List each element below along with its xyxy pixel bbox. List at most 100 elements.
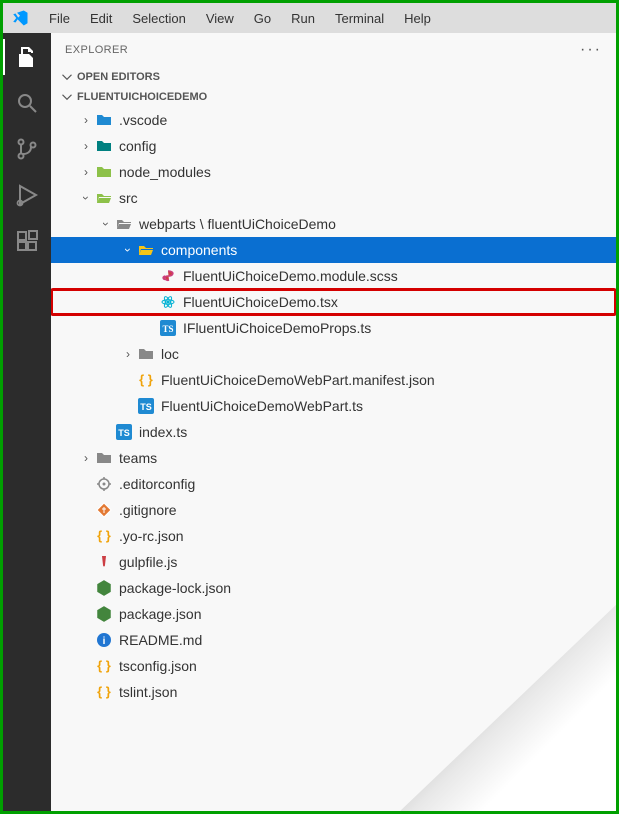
svg-text:{ }: { } <box>97 528 111 543</box>
explorer-icon[interactable] <box>15 45 39 69</box>
editorconfig-icon <box>95 475 113 493</box>
tree-label: .vscode <box>119 112 167 128</box>
menu-go[interactable]: Go <box>246 7 279 30</box>
menu-view[interactable]: View <box>198 7 242 30</box>
folder-icon <box>95 137 113 155</box>
explorer-title: EXPLORER <box>65 44 128 56</box>
nodejs-icon <box>95 579 113 597</box>
file-tsconfig[interactable]: › { } tsconfig.json <box>51 653 616 679</box>
menu-run[interactable]: Run <box>283 7 323 30</box>
svg-text:{ }: { } <box>97 658 111 673</box>
tree-label: .editorconfig <box>119 476 195 492</box>
file-scss[interactable]: › FluentUiChoiceDemo.module.scss <box>51 263 616 289</box>
gulp-icon <box>95 553 113 571</box>
tree-label: IFluentUiChoiceDemoProps.ts <box>183 320 371 336</box>
file-readme[interactable]: › i README.md <box>51 627 616 653</box>
sass-icon <box>159 267 177 285</box>
menu-edit[interactable]: Edit <box>82 7 120 30</box>
file-gitignore[interactable]: › .gitignore <box>51 497 616 523</box>
svg-text:TS: TS <box>162 324 173 334</box>
source-control-icon[interactable] <box>15 137 39 161</box>
git-icon <box>95 501 113 519</box>
file-tsx-highlighted[interactable]: › FluentUiChoiceDemo.tsx <box>51 289 616 315</box>
json-icon: { } <box>137 371 155 389</box>
file-yorc-json[interactable]: › { } .yo-rc.json <box>51 523 616 549</box>
chevron-down-icon: › <box>99 217 113 231</box>
chevron-right-icon: › <box>79 113 93 127</box>
tree-label: webparts \ fluentUiChoiceDemo <box>139 216 336 232</box>
menubar: File Edit Selection View Go Run Terminal… <box>3 3 616 33</box>
folder-components[interactable]: › components <box>51 237 616 263</box>
more-actions-icon[interactable]: ··· <box>580 41 602 59</box>
json-icon: { } <box>95 683 113 701</box>
menu-help[interactable]: Help <box>396 7 439 30</box>
file-editorconfig[interactable]: › .editorconfig <box>51 471 616 497</box>
json-icon: { } <box>95 527 113 545</box>
folder-node-modules[interactable]: › node_modules <box>51 159 616 185</box>
chevron-right-icon: › <box>79 165 93 179</box>
tree-label: tslint.json <box>119 684 177 700</box>
menu-selection[interactable]: Selection <box>124 7 193 30</box>
tree-label: FluentUiChoiceDemoWebPart.manifest.json <box>161 372 435 388</box>
file-tree: › .vscode › config › node_modules › <box>51 107 616 705</box>
menu-file[interactable]: File <box>41 7 78 30</box>
file-package-json[interactable]: › package.json <box>51 601 616 627</box>
folder-vscode[interactable]: › .vscode <box>51 107 616 133</box>
search-icon[interactable] <box>15 91 39 115</box>
typescript-icon: TS <box>159 319 177 337</box>
folder-src[interactable]: › src <box>51 185 616 211</box>
svg-text:TS: TS <box>118 428 130 438</box>
menu-terminal[interactable]: Terminal <box>327 7 392 30</box>
file-webpart-ts[interactable]: › TS FluentUiChoiceDemoWebPart.ts <box>51 393 616 419</box>
tree-label: loc <box>161 346 179 362</box>
debug-icon[interactable] <box>15 183 39 207</box>
info-icon: i <box>95 631 113 649</box>
project-label: FLUENTUICHOICEDEMO <box>77 91 207 103</box>
svg-text:{ }: { } <box>139 372 153 387</box>
tree-label: FluentUiChoiceDemo.module.scss <box>183 268 398 284</box>
file-props-ts[interactable]: › TS IFluentUiChoiceDemoProps.ts <box>51 315 616 341</box>
chevron-down-icon: › <box>79 191 93 205</box>
folder-icon <box>95 449 113 467</box>
chevron-right-icon: › <box>79 451 93 465</box>
open-editors-label: OPEN EDITORS <box>77 71 160 83</box>
open-editors-header[interactable]: OPEN EDITORS <box>51 67 616 87</box>
folder-open-icon <box>95 189 113 207</box>
svg-text:{ }: { } <box>97 684 111 699</box>
tree-label: tsconfig.json <box>119 658 197 674</box>
svg-text:i: i <box>103 636 106 647</box>
project-header[interactable]: FLUENTUICHOICEDEMO <box>51 87 616 107</box>
folder-icon <box>137 345 155 363</box>
tree-label: FluentUiChoiceDemo.tsx <box>183 294 338 310</box>
activity-bar <box>3 33 51 811</box>
extensions-icon[interactable] <box>15 229 39 253</box>
tree-label: node_modules <box>119 164 211 180</box>
typescript-icon: TS <box>115 423 133 441</box>
tree-label: .yo-rc.json <box>119 528 184 544</box>
folder-teams[interactable]: › teams <box>51 445 616 471</box>
tree-label: gulpfile.js <box>119 554 177 570</box>
tree-label: .gitignore <box>119 502 177 518</box>
file-package-lock[interactable]: › package-lock.json <box>51 575 616 601</box>
folder-webparts[interactable]: › webparts \ fluentUiChoiceDemo <box>51 211 616 237</box>
chevron-right-icon: › <box>79 139 93 153</box>
tree-label: index.ts <box>139 424 187 440</box>
tree-label: src <box>119 190 138 206</box>
tree-label: FluentUiChoiceDemoWebPart.ts <box>161 398 363 414</box>
tree-label: teams <box>119 450 157 466</box>
folder-loc[interactable]: › loc <box>51 341 616 367</box>
tree-label: components <box>161 242 237 258</box>
folder-config[interactable]: › config <box>51 133 616 159</box>
chevron-down-icon <box>61 71 73 83</box>
tree-label: package-lock.json <box>119 580 231 596</box>
file-gulpfile[interactable]: › gulpfile.js <box>51 549 616 575</box>
tree-label: config <box>119 138 156 154</box>
tree-label: package.json <box>119 606 202 622</box>
explorer-panel: EXPLORER ··· OPEN EDITORS FLUENTUICHOICE… <box>51 33 616 811</box>
file-manifest-json[interactable]: › { } FluentUiChoiceDemoWebPart.manifest… <box>51 367 616 393</box>
chevron-down-icon <box>61 91 73 103</box>
tree-label: README.md <box>119 632 202 648</box>
folder-icon <box>95 163 113 181</box>
json-icon: { } <box>95 657 113 675</box>
file-index-ts[interactable]: › TS index.ts <box>51 419 616 445</box>
